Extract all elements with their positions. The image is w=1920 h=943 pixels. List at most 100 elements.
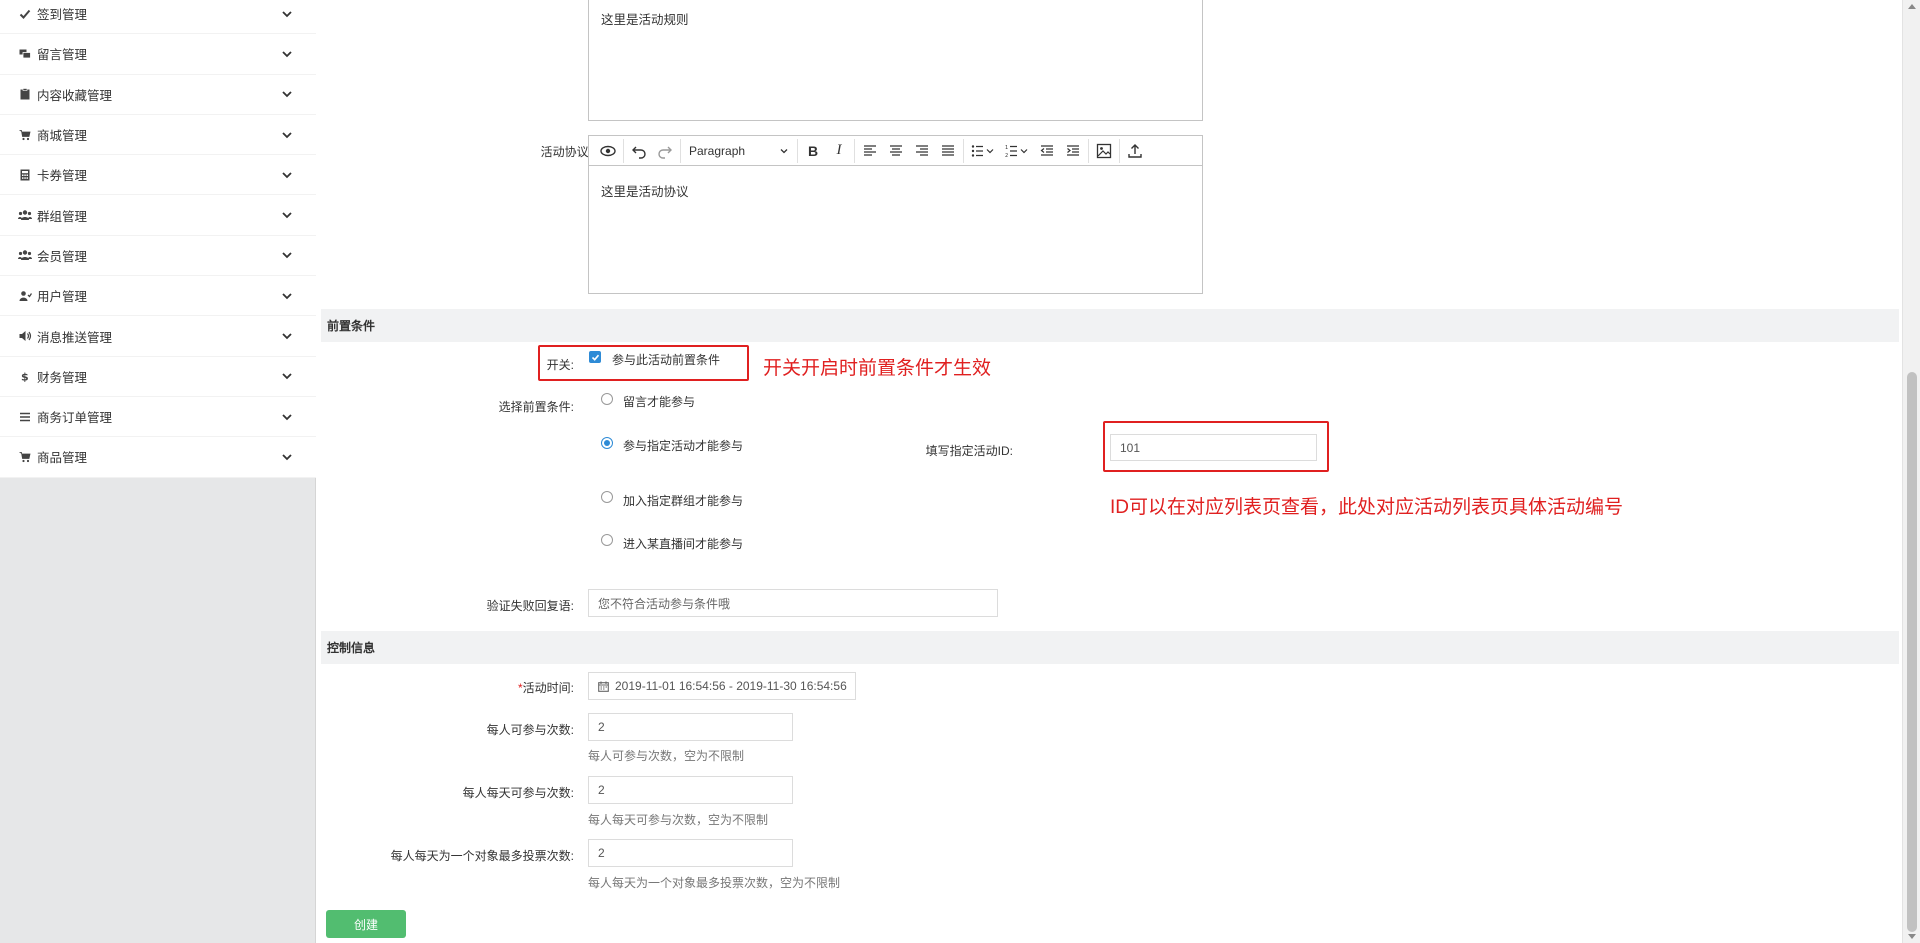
- per-day-label: 每人每天可参与次数:: [462, 786, 574, 800]
- align-center-icon[interactable]: [883, 138, 909, 164]
- rules-editor[interactable]: 这里是活动规则: [588, 0, 1203, 121]
- toolbar-separator: [680, 138, 681, 163]
- paragraph-select[interactable]: Paragraph: [683, 138, 795, 164]
- sidebar-item-6[interactable]: 会员管理: [0, 236, 316, 277]
- scrollbar-thumb[interactable]: [1907, 372, 1917, 932]
- sidebar-item-label: 财务管理: [37, 370, 88, 385]
- check-icon: [18, 7, 32, 21]
- volume-icon: [18, 329, 32, 343]
- italic-icon[interactable]: I: [826, 138, 852, 164]
- chevron-down-icon[interactable]: [280, 410, 294, 424]
- radio-option-comment-label[interactable]: 留言才能参与: [623, 393, 695, 410]
- sidebar-item-label: 内容收藏管理: [37, 88, 113, 103]
- radio-option-activity[interactable]: [601, 437, 613, 449]
- align-left-icon[interactable]: [857, 138, 883, 164]
- sidebar-item-4[interactable]: 卡券管理: [0, 155, 316, 196]
- per-person-input[interactable]: 2: [588, 713, 793, 741]
- numbered-list-icon[interactable]: 12: [1000, 138, 1034, 164]
- sidebar-item-2[interactable]: 内容收藏管理: [0, 75, 316, 115]
- upload-icon[interactable]: [1122, 138, 1148, 164]
- list-icon: [18, 410, 32, 424]
- create-button[interactable]: 创建: [326, 910, 406, 938]
- sidebar-item-label: 群组管理: [37, 209, 88, 224]
- toolbar-separator: [963, 138, 964, 163]
- chevron-down-icon[interactable]: [280, 168, 294, 182]
- toolbar-separator: [623, 138, 624, 163]
- annotation-switch-note: 开关开启时前置条件才生效: [763, 358, 992, 379]
- chevron-down-icon[interactable]: [280, 208, 294, 222]
- bold-icon[interactable]: B: [800, 138, 826, 164]
- align-justify-icon[interactable]: [935, 138, 961, 164]
- agreement-editor[interactable]: 这里是活动协议: [588, 166, 1203, 294]
- chevron-down-icon[interactable]: [280, 128, 294, 142]
- vote-input[interactable]: 2: [588, 839, 793, 867]
- chevron-down-icon[interactable]: [280, 289, 294, 303]
- chevron-down-icon[interactable]: [280, 248, 294, 262]
- chevron-down-icon[interactable]: [280, 7, 294, 21]
- vertical-scrollbar[interactable]: [1902, 0, 1920, 943]
- activity-time-input[interactable]: 2019-11-01 16:54:56 - 2019-11-30 16:54:5…: [588, 672, 856, 700]
- precondition-switch-label[interactable]: 参与此活动前置条件: [612, 351, 720, 368]
- radio-option-group[interactable]: [601, 491, 613, 503]
- scroll-up-arrow-icon[interactable]: [1908, 4, 1916, 9]
- sidebar-item-1[interactable]: 留言管理: [0, 34, 316, 75]
- sidebar-item-label: 留言管理: [37, 48, 88, 63]
- sidebar-item-9[interactable]: $ 财务管理: [0, 357, 316, 397]
- sidebar-item-0[interactable]: 签到管理: [0, 0, 316, 35]
- precondition-section-title: 前置条件: [327, 319, 376, 333]
- agreement-editor-text: 这里是活动协议: [601, 185, 689, 199]
- editor-toolbar: Paragraph B I 12: [588, 135, 1203, 166]
- user-icon: [18, 289, 32, 303]
- sidebar-item-label: 卡券管理: [37, 169, 88, 184]
- undo-icon[interactable]: [626, 138, 652, 164]
- precondition-switch-checkbox[interactable]: [589, 351, 601, 363]
- cart-icon: [18, 450, 32, 464]
- chevron-down-icon[interactable]: [280, 47, 294, 61]
- fail-reply-label: 验证失败回复语:: [486, 599, 574, 613]
- sidebar-item-label: 会员管理: [37, 249, 88, 264]
- activity-time-label-text: 活动时间:: [522, 681, 574, 695]
- align-right-icon[interactable]: [909, 138, 935, 164]
- redo-icon[interactable]: [652, 138, 678, 164]
- toolbar-separator: [854, 138, 855, 163]
- radio-option-activity-label[interactable]: 参与指定活动才能参与: [623, 437, 743, 454]
- sidebar-item-11[interactable]: 商品管理: [0, 437, 316, 478]
- select-precondition-label: 选择前置条件:: [498, 400, 574, 414]
- sidebar-item-10[interactable]: 商务订单管理: [0, 397, 316, 438]
- radio-option-live[interactable]: [601, 534, 613, 546]
- activity-id-label: 填写指定活动ID:: [925, 444, 1013, 458]
- agreement-label: 活动协议:: [540, 145, 592, 159]
- chevron-down-icon[interactable]: [280, 450, 294, 464]
- chevron-down-icon: [780, 148, 788, 153]
- bulleted-list-icon[interactable]: [966, 138, 1000, 164]
- sidebar-item-label: 商务订单管理: [37, 411, 113, 426]
- scroll-down-arrow-icon[interactable]: [1908, 934, 1916, 939]
- chevron-down-icon[interactable]: [280, 329, 294, 343]
- sidebar-item-5[interactable]: 群组管理: [0, 195, 316, 236]
- sidebar-item-label: 用户管理: [37, 290, 88, 305]
- sidebar-item-label: 签到管理: [37, 8, 88, 23]
- sidebar-item-8[interactable]: 消息推送管理: [0, 316, 316, 357]
- rules-editor-text: 这里是活动规则: [601, 13, 689, 27]
- sidebar-item-3[interactable]: 商城管理: [0, 115, 316, 156]
- svg-text:$: $: [21, 371, 29, 383]
- radio-option-comment[interactable]: [601, 393, 613, 405]
- sidebar-item-label: 商城管理: [37, 129, 88, 144]
- switch-label: 开关:: [546, 358, 574, 372]
- image-icon[interactable]: [1091, 138, 1117, 164]
- chevron-down-icon[interactable]: [280, 369, 294, 383]
- checkmark-icon: [591, 354, 599, 361]
- indent-icon[interactable]: [1060, 138, 1086, 164]
- activity-id-input[interactable]: 101: [1110, 434, 1317, 461]
- chevron-down-icon[interactable]: [280, 87, 294, 101]
- sidebar-menu: 签到管理留言管理内容收藏管理 商城管理卡券管理群组管理会员管理用户管理消息推送管理…: [0, 0, 316, 478]
- fail-reply-input[interactable]: 您不符合活动参与条件哦: [588, 589, 998, 617]
- radio-option-group-label[interactable]: 加入指定群组才能参与: [623, 492, 743, 509]
- control-section-title: 控制信息: [327, 641, 376, 655]
- precondition-section-header: 前置条件: [321, 309, 1899, 342]
- radio-option-live-label[interactable]: 进入某直播间才能参与: [623, 535, 743, 552]
- eye-icon[interactable]: [595, 138, 621, 164]
- outdent-icon[interactable]: [1034, 138, 1060, 164]
- per-day-input[interactable]: 2: [588, 776, 793, 804]
- sidebar-item-7[interactable]: 用户管理: [0, 276, 316, 317]
